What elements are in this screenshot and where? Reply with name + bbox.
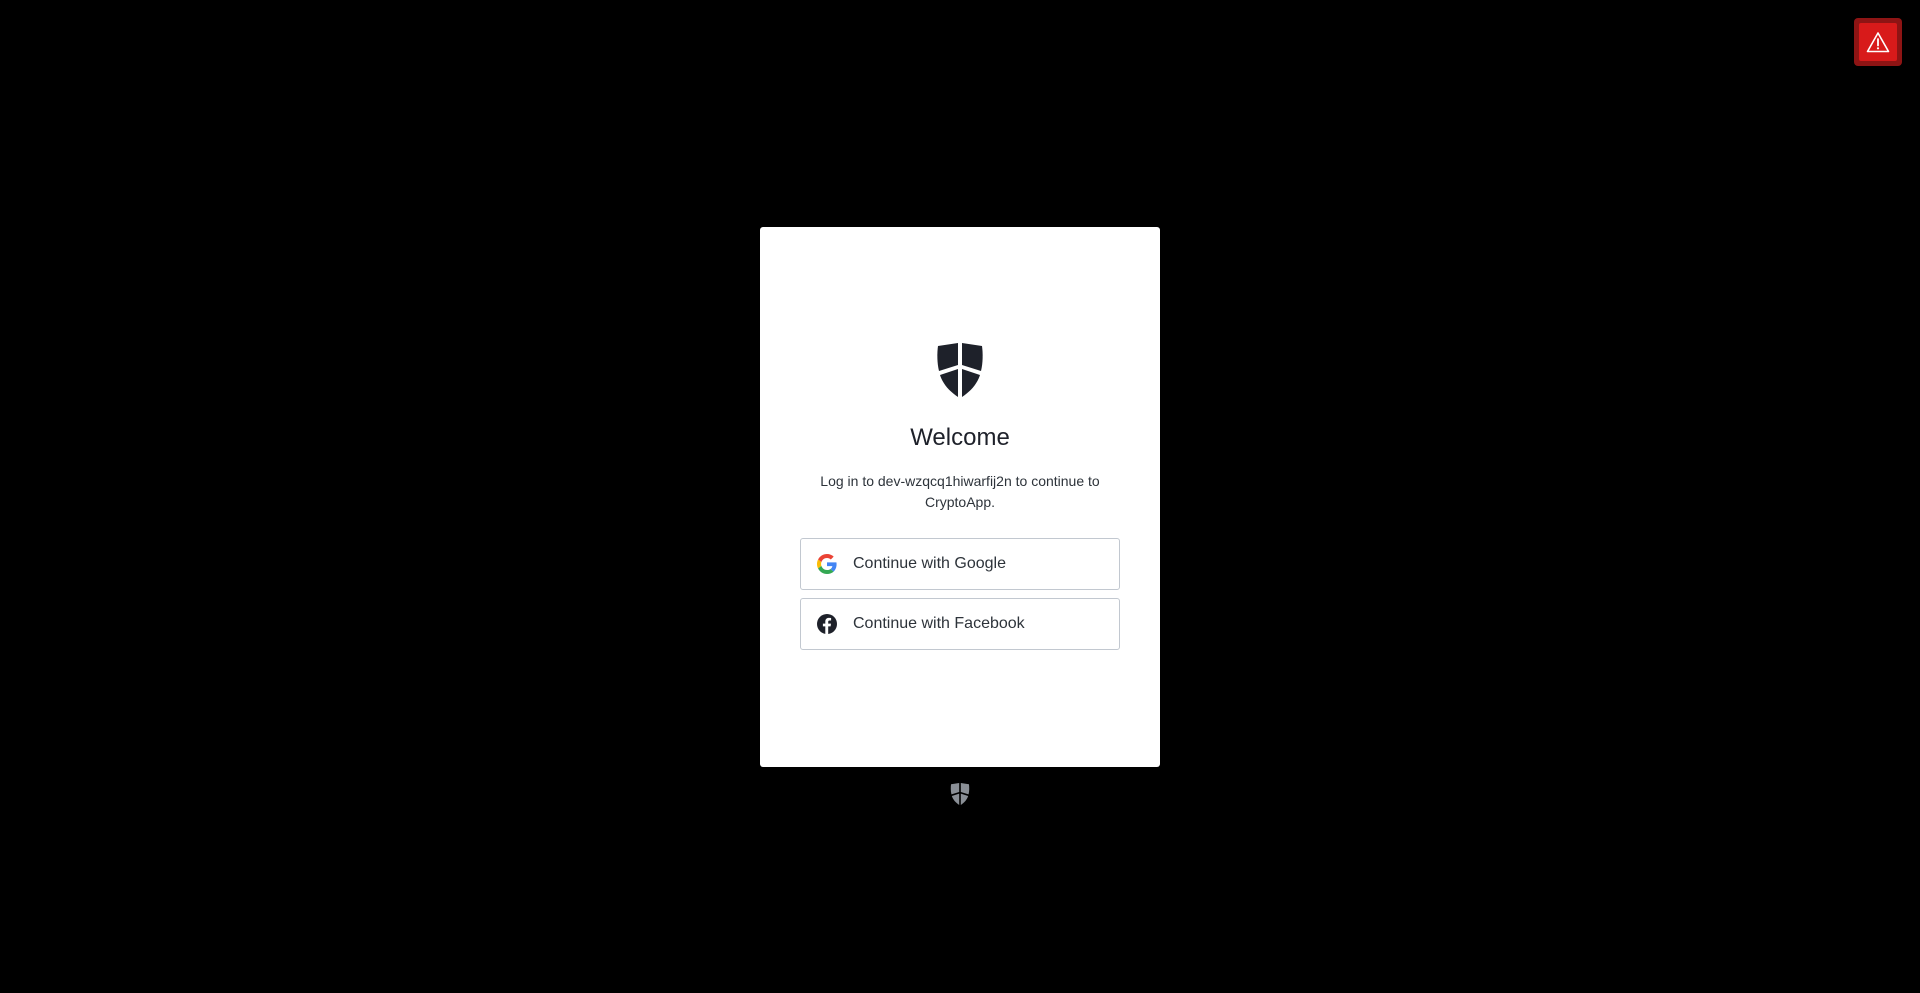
google-icon xyxy=(817,554,837,574)
warning-button[interactable] xyxy=(1854,18,1902,66)
login-card: Welcome Log in to dev-wzqcq1hiwarfij2n t… xyxy=(760,227,1160,767)
page: Welcome Log in to dev-wzqcq1hiwarfij2n t… xyxy=(0,0,1920,993)
login-subtitle: Log in to dev-wzqcq1hiwarfij2n to contin… xyxy=(820,473,1100,510)
continue-with-google-button[interactable]: Continue with Google xyxy=(800,538,1120,590)
continue-with-facebook-button[interactable]: Continue with Facebook xyxy=(800,598,1120,650)
facebook-icon xyxy=(817,614,837,634)
page-title: Welcome xyxy=(910,424,1010,451)
shield-logo-icon xyxy=(937,343,983,397)
shield-logo-icon xyxy=(950,783,970,805)
continue-with-facebook-label: Continue with Facebook xyxy=(853,615,1025,632)
warning-triangle-icon xyxy=(1866,32,1890,53)
warning-button-inner xyxy=(1859,23,1897,61)
continue-with-google-label: Continue with Google xyxy=(853,555,1006,572)
